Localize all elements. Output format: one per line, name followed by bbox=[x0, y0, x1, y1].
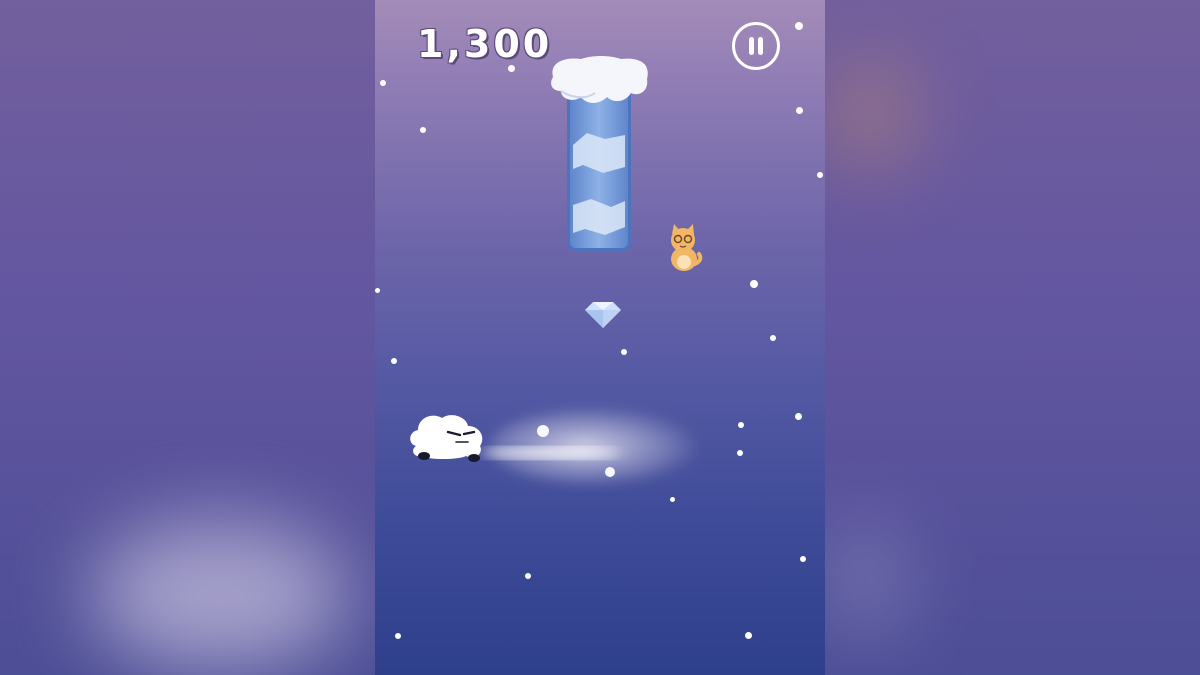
snowflake bbox=[800, 556, 806, 562]
right-blurred-backdrop bbox=[825, 0, 1200, 675]
snowflake bbox=[745, 632, 752, 639]
snowflake bbox=[770, 335, 776, 341]
snowflake bbox=[508, 65, 515, 72]
score-display: 1,300 bbox=[417, 22, 553, 66]
snowflake bbox=[391, 358, 397, 364]
snowflake bbox=[817, 172, 823, 178]
cloud-dash-trail bbox=[480, 409, 700, 485]
snowflake bbox=[796, 107, 803, 114]
snowflake bbox=[670, 497, 675, 502]
snowflake bbox=[737, 450, 743, 456]
blurred-cloud bbox=[90, 520, 350, 670]
cloud-character-icon[interactable] bbox=[408, 408, 488, 468]
orange-cat-icon bbox=[671, 224, 703, 271]
blurred-cat bbox=[825, 60, 915, 170]
snowflake bbox=[750, 280, 758, 288]
snowflake bbox=[420, 127, 426, 133]
snowflake bbox=[738, 422, 744, 428]
snowflake bbox=[621, 349, 627, 355]
snowflake bbox=[795, 22, 803, 30]
snowflake bbox=[380, 80, 386, 86]
snowflake bbox=[795, 413, 802, 420]
blurred-glow bbox=[825, 520, 905, 640]
game-viewport[interactable]: 1,300 bbox=[375, 0, 825, 675]
snowflake bbox=[375, 288, 380, 293]
pause-button[interactable] bbox=[732, 22, 780, 70]
ice-pillar-icon bbox=[551, 56, 648, 251]
snowflake bbox=[525, 573, 531, 579]
diamond-icon bbox=[585, 302, 621, 328]
left-blurred-backdrop bbox=[0, 0, 375, 675]
snowflake bbox=[395, 633, 401, 639]
